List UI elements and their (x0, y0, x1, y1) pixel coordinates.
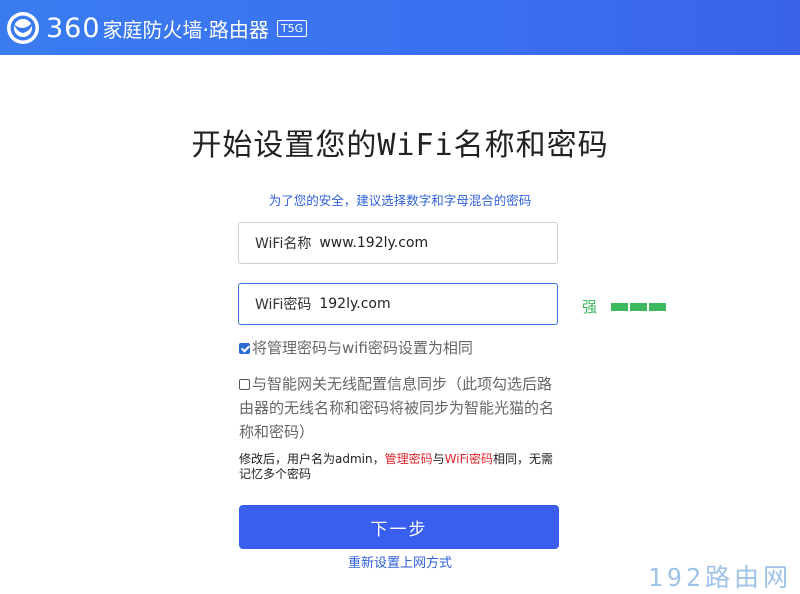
note-admin-password: 管理密码 (384, 452, 433, 466)
360-logo-icon (7, 12, 39, 44)
top-header-bar: 360 家庭防火墙·路由器 T5G (0, 0, 800, 55)
note-text-and: 与 (432, 452, 445, 466)
brand-title: 360 家庭防火墙·路由器 T5G (46, 12, 308, 44)
strength-bar-1 (611, 302, 629, 311)
security-tip: 为了您的安全，建议选择数字和字母混合的密码 (268, 193, 532, 208)
same-admin-password-option[interactable]: 将管理密码与wifi密码设置为相同 (239, 336, 569, 360)
wifi-password-label: WiFi密码 (255, 297, 312, 313)
password-strength-indicator: 强 (582, 296, 668, 317)
strength-bar-2 (630, 302, 648, 311)
strength-label: 强 (582, 298, 598, 316)
note-wifi-password: WiFi密码 (444, 452, 493, 466)
sync-gateway-option[interactable]: 与智能网关无线配置信息同步（此项勾选后路由器的无线名称和密码将被同步为智能光猫的… (239, 372, 564, 444)
brand-text: 家庭防火墙·路由器 (102, 17, 269, 42)
note-text-1: 修改后，用户名为admin， (239, 452, 385, 466)
brand-number: 360 (46, 12, 101, 44)
site-watermark: 192路由网 (647, 563, 792, 592)
admin-note: 修改后，用户名为admin，管理密码与WiFi密码相同，无需记忆多个密码 (239, 452, 559, 482)
strength-bar-3 (649, 302, 667, 311)
sync-gateway-checkbox[interactable] (239, 379, 250, 390)
sync-gateway-label: 与智能网关无线配置信息同步（此项勾选后路由器的无线名称和密码将被同步为智能光猫的… (239, 375, 555, 441)
model-badge: T5G (276, 19, 308, 37)
same-admin-password-label: 将管理密码与wifi密码设置为相同 (252, 339, 473, 357)
wifi-password-field[interactable]: WiFi密码 (238, 283, 558, 325)
wifi-name-field[interactable]: WiFi名称 (238, 222, 558, 264)
next-step-button[interactable]: 下一步 (239, 505, 559, 549)
same-admin-password-checkbox[interactable] (239, 343, 250, 354)
wifi-name-input[interactable] (319, 235, 520, 251)
wifi-password-input[interactable] (319, 296, 520, 312)
page-title: 开始设置您的WiFi名称和密码 (191, 128, 609, 163)
wifi-name-label: WiFi名称 (255, 236, 312, 252)
